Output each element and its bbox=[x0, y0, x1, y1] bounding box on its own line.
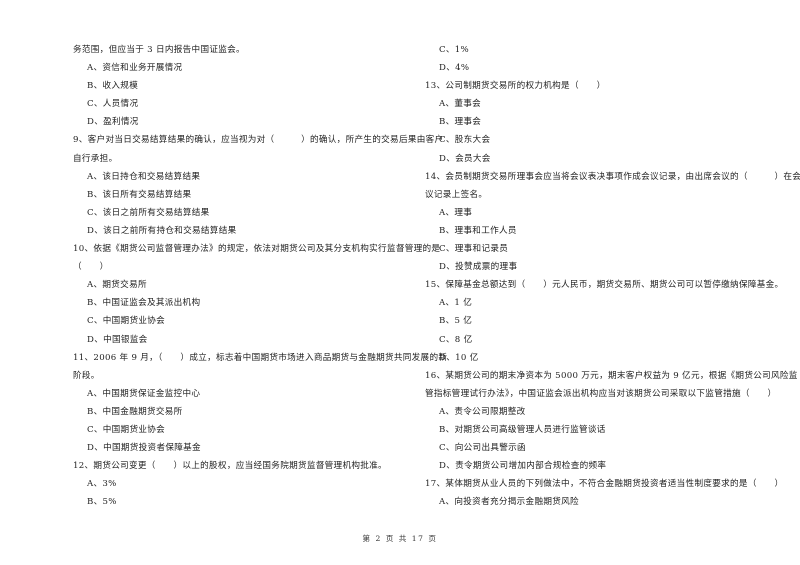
answer-option: A、1 亿 bbox=[439, 298, 473, 309]
question-text: 12、期货公司变更（ ）以上的股权，应当经国务院期货监督管理机构批准。 bbox=[73, 461, 387, 472]
answer-option: D、中国银监会 bbox=[87, 334, 148, 345]
answer-option: C、中国期货业协会 bbox=[87, 316, 166, 327]
answer-option: A、理事 bbox=[439, 207, 473, 218]
question-text: 阶段。 bbox=[73, 370, 100, 381]
question-text: 自行承担。 bbox=[73, 153, 118, 164]
answer-option: A、期货交易所 bbox=[87, 280, 147, 291]
question-text: 14、会员制期货交易所理事会应当将会议表决事项作成会议记录，由出席会议的（ ）在… bbox=[425, 171, 800, 182]
answer-option: D、4% bbox=[439, 63, 470, 74]
question-text: （ ） bbox=[73, 262, 109, 273]
question-text: 17、某体期货从业人员的下列做法中，不符合金融期货投资者适当性制度要求的是（ ） bbox=[425, 479, 784, 490]
answer-option: B、该日所有交易结算结果 bbox=[87, 189, 192, 200]
question-text: 务范围，但应当于 3 日内报告中国证监会。 bbox=[73, 45, 245, 55]
document-page: 务范围，但应当于 3 日内报告中国证监会。 A、资信和业务开展情况 B、收入规模 C、… bbox=[0, 0, 800, 565]
answer-option: C、中国期货业协会 bbox=[87, 424, 166, 435]
answer-option: D、10 亿 bbox=[439, 352, 479, 363]
answer-option: C、向公司出具警示函 bbox=[439, 443, 526, 454]
answer-option: B、对期货公司高级管理人员进行监管谈话 bbox=[439, 424, 606, 435]
answer-option: A、董事会 bbox=[439, 99, 482, 110]
answer-option: A、资信和业务开展情况 bbox=[87, 63, 183, 74]
answer-option: C、股东大会 bbox=[439, 135, 491, 146]
question-text: 16、某期货公司的期末净资本为 5000 万元，期末客户权益为 9 亿元，根据《… bbox=[425, 370, 798, 381]
question-text: 13、公司制期货交易所的权力机构是（ ） bbox=[425, 81, 606, 92]
answer-option: C、理事和记录员 bbox=[439, 244, 509, 255]
answer-option: A、3% bbox=[87, 479, 117, 490]
answer-option: C、该日之前所有交易结算结果 bbox=[87, 207, 210, 218]
answer-option: B、理事会 bbox=[439, 117, 482, 128]
left-column: 务范围，但应当于 3 日内报告中国证监会。 A、资信和业务开展情况 B、收入规模 C、… bbox=[73, 41, 448, 511]
question-text: 15、保障基金总额达到（ ）元人民币，期货交易所、期货公司可以暂停缴纳保障基金。 bbox=[425, 280, 784, 291]
answer-option: B、中国金融期货交易所 bbox=[87, 406, 183, 417]
question-text: 议记录上签名。 bbox=[425, 189, 488, 200]
right-column: C、1% D、4% 13、公司制期货交易所的权力机构是（ ） A、董事会 B、理事会 C、… bbox=[425, 41, 800, 511]
answer-option: A、责令公司限期整改 bbox=[439, 406, 526, 417]
answer-option: B、理事和工作人员 bbox=[439, 225, 517, 236]
answer-option: D、投赞成票的理事 bbox=[439, 262, 518, 273]
answer-option: A、中国期货保证金监控中心 bbox=[87, 388, 201, 399]
answer-option: B、5 亿 bbox=[439, 316, 473, 327]
answer-option: B、中国证监会及其派出机构 bbox=[87, 298, 201, 309]
question-text: 10、依据《期货公司监督管理办法》的规定，依法对期货公司及其分支机构实行监督管理… bbox=[73, 244, 441, 255]
answer-option: D、责令期货公司增加内部合规检查的频率 bbox=[439, 461, 607, 472]
question-text: 11、2006 年 9 月，（ ）成立，标志着中国期货市场进入商品期货与金融期货… bbox=[73, 352, 448, 363]
answer-option: A、向投资者充分揭示金融期货风险 bbox=[439, 497, 579, 508]
answer-option: D、盈利情况 bbox=[87, 117, 139, 128]
answer-option: C、8 亿 bbox=[439, 334, 473, 345]
question-text: 9、客户对当日交易结算结果的确认，应当视为对（ ）的确认，所产生的交易后果由客户 bbox=[73, 135, 444, 146]
answer-option: C、人员情况 bbox=[87, 99, 139, 110]
answer-option: B、5% bbox=[87, 497, 117, 508]
answer-option: D、会员大会 bbox=[439, 153, 491, 164]
answer-option: D、该日之前所有持仓和交易结算结果 bbox=[87, 225, 237, 236]
answer-option: B、收入规模 bbox=[87, 81, 139, 92]
answer-option: A、该日持仓和交易结算结果 bbox=[87, 171, 201, 182]
answer-option: C、1% bbox=[439, 45, 470, 55]
answer-option: D、中国期货投资者保障基金 bbox=[87, 443, 201, 454]
question-text: 管指标管理试行办法》，中国证监会派出机构应当对该期货公司采取以下监管措施（ ） bbox=[425, 388, 777, 399]
page-footer: 第 2 页 共 17 页 bbox=[362, 534, 438, 543]
